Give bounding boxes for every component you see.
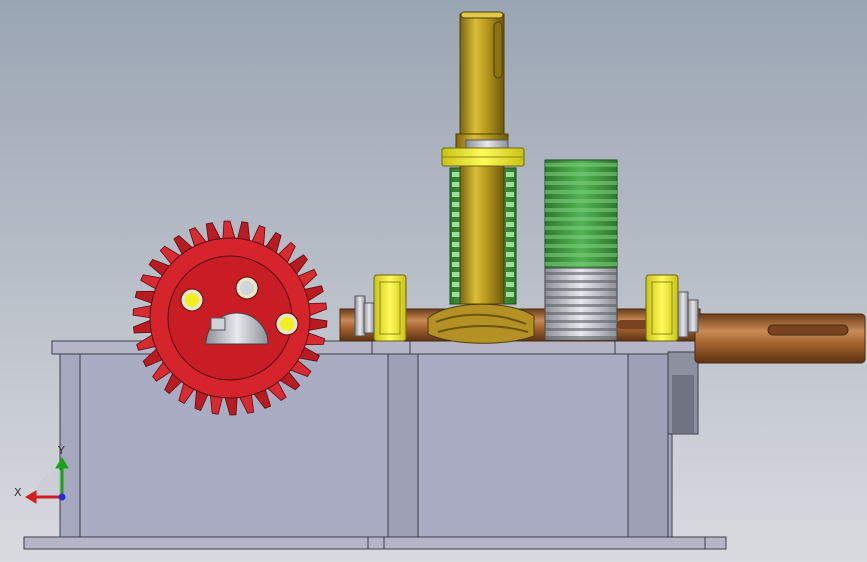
lower-gear-tooth — [506, 262, 514, 267]
pinion-tooth — [545, 312, 617, 315]
gearbox-housing[interactable] — [23, 340, 727, 550]
lower-gear-tooth — [506, 252, 514, 257]
lower-gear-tooth — [506, 272, 514, 277]
lower-gear-tooth — [506, 182, 514, 187]
gearbox-model[interactable]: Y X — [0, 0, 867, 562]
lower-gear-tooth — [452, 252, 460, 257]
spur-gear-tooth — [545, 226, 617, 230]
lower-gear-tooth — [506, 212, 514, 217]
pinion-tooth — [545, 336, 617, 339]
spur-gear-tooth — [545, 181, 617, 185]
x-axis-label: X — [14, 486, 22, 499]
lower-gear-tooth — [506, 192, 514, 197]
spur-gear-tooth — [545, 235, 617, 239]
spur-gear-tooth — [545, 199, 617, 203]
spur-gear-tooth — [545, 217, 617, 221]
spur-gear-tooth — [545, 208, 617, 212]
lower-gear-tooth — [452, 222, 460, 227]
pinion-tooth — [545, 272, 617, 275]
lower-gear-tooth — [506, 222, 514, 227]
y-axis-label: Y — [57, 444, 65, 457]
lower-gear-tooth — [452, 282, 460, 287]
lower-gear-tooth — [452, 262, 460, 267]
spur-gear-tooth — [545, 190, 617, 194]
spur-gear-tooth — [545, 244, 617, 248]
cad-viewport[interactable]: Y X — [0, 0, 867, 562]
lower-gear-tooth — [452, 212, 460, 217]
lower-gear-tooth — [452, 232, 460, 237]
pinion-tooth — [545, 296, 617, 299]
spur-gear-tooth — [545, 253, 617, 257]
right-bearing[interactable] — [645, 274, 679, 342]
lower-gear-tooth — [506, 232, 514, 237]
left-bearing[interactable] — [373, 274, 407, 342]
lower-gear-tooth — [452, 272, 460, 277]
spur-gear[interactable] — [544, 159, 618, 341]
lower-gear-tooth — [452, 182, 460, 187]
lower-gear-tooth — [506, 242, 514, 247]
lower-gear-tooth — [506, 172, 514, 177]
pinion-tooth — [545, 280, 617, 283]
spur-gear-tooth — [545, 172, 617, 176]
spur-gear-tooth — [545, 163, 617, 167]
vertical-input-shaft[interactable] — [427, 11, 535, 344]
pinion-tooth — [545, 328, 617, 331]
lower-gear-tooth — [452, 172, 460, 177]
pinion-tooth — [545, 320, 617, 323]
lower-gear-tooth — [452, 202, 460, 207]
lower-gear-tooth — [452, 242, 460, 247]
lower-gear-tooth — [506, 202, 514, 207]
bevel-gear-tooth — [222, 220, 237, 241]
lower-gear-tooth — [452, 192, 460, 197]
lower-gear-tooth — [506, 282, 514, 287]
pinion-tooth — [545, 288, 617, 291]
lower-gear-tooth — [506, 292, 514, 297]
spur-gear-tooth — [545, 262, 617, 266]
pinion-tooth — [545, 304, 617, 307]
lower-gear-tooth — [452, 292, 460, 297]
coordinate-triad: Y X — [14, 444, 69, 504]
